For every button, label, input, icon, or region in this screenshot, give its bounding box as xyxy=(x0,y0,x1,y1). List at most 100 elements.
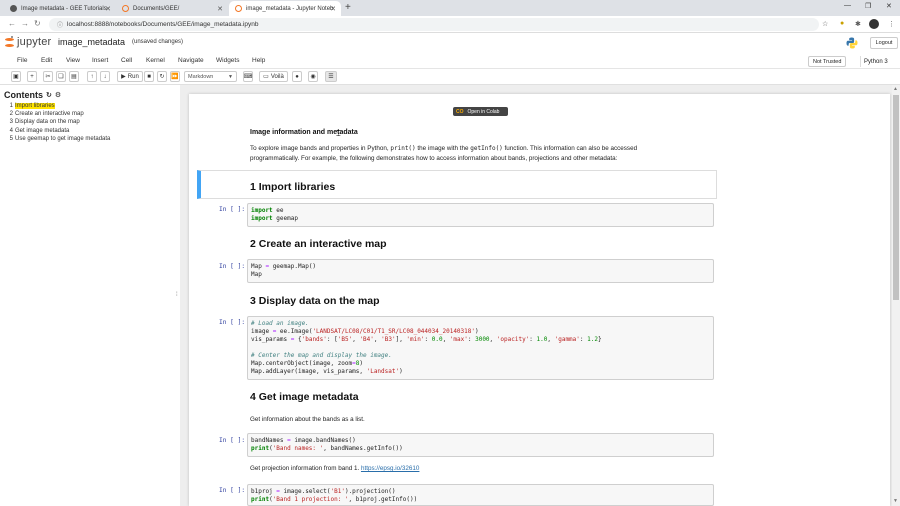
close-tab-icon[interactable]: ✕ xyxy=(330,5,336,13)
toc-toggle-button[interactable]: ☰ xyxy=(325,71,337,82)
projection-text: Get projection information from band 1. xyxy=(250,465,361,472)
code-cell-display[interactable]: # Load an image. image = ee.Image('LANDS… xyxy=(247,316,714,380)
jupyter-logo[interactable]: jupyter xyxy=(5,36,51,48)
insert-cell-button[interactable]: + xyxy=(27,71,37,82)
logout-button[interactable]: Logout xyxy=(870,37,898,49)
scissors-icon: ✂ xyxy=(45,74,51,80)
menu-edit[interactable]: Edit xyxy=(41,57,52,64)
close-tab-icon[interactable]: ✕ xyxy=(217,5,223,13)
code-cell-imports[interactable]: import ee import geemap xyxy=(247,203,714,227)
notebook-title[interactable]: image_metadata xyxy=(58,37,125,47)
tab-favicon-icon xyxy=(10,5,17,12)
reload-icon[interactable]: ↻ xyxy=(34,19,41,28)
run-button[interactable]: ▶ Run xyxy=(117,71,143,82)
menu-navigate[interactable]: Navigate xyxy=(178,57,204,64)
jupyter-logo-icon xyxy=(5,36,14,48)
eye-icon: ◉ xyxy=(310,74,316,80)
kernel-indicator: Python 3 xyxy=(860,56,891,67)
run-label: Run xyxy=(127,73,139,80)
move-up-button[interactable]: ↑ xyxy=(87,71,97,82)
menu-widgets[interactable]: Widgets xyxy=(216,57,239,64)
colab-badge-label: Open in Colab xyxy=(467,108,500,115)
heading-get-metadata: 4 Get image metadata xyxy=(250,391,359,403)
mouse-cursor-icon: ⌶ xyxy=(336,129,341,138)
keyboard-icon: ⌨ xyxy=(243,74,253,80)
move-down-button[interactable]: ↓ xyxy=(100,71,110,82)
restart-button[interactable]: ↻ xyxy=(157,71,167,82)
browser-tab-documents[interactable]: Documents/GEE/ ✕ xyxy=(116,1,228,16)
refresh-icon[interactable]: ↻ xyxy=(46,91,52,99)
bookmark-star-icon[interactable]: ☆ xyxy=(822,20,828,28)
voila-label: Voilà xyxy=(270,73,284,80)
preview-button[interactable]: ◉ xyxy=(308,71,318,82)
code-cell-projection[interactable]: b1proj = image.select('B1').projection()… xyxy=(247,484,714,506)
close-tab-icon[interactable]: ✕ xyxy=(105,5,111,13)
back-icon[interactable]: ← xyxy=(8,19,16,28)
scrollbar-thumb[interactable] xyxy=(893,95,899,300)
scroll-up-icon[interactable]: ▲ xyxy=(893,86,898,92)
notebook-scrollbar[interactable]: ▲ ▼ xyxy=(892,85,900,506)
menu-cell[interactable]: Cell xyxy=(121,57,132,64)
browser-menu-icon[interactable]: ⋮ xyxy=(888,20,895,28)
epsg-link[interactable]: https://epsg.io/32610 xyxy=(361,465,419,472)
menu-file[interactable]: File xyxy=(17,57,27,64)
bands-paragraph: Get information about the bands as a lis… xyxy=(250,416,365,423)
intro-text-d: programmatically. For example, the follo… xyxy=(250,154,618,162)
interrupt-button[interactable]: ■ xyxy=(144,71,154,82)
paste-icon: ▤ xyxy=(71,74,77,80)
profile-avatar[interactable] xyxy=(869,19,879,29)
restart-run-all-button[interactable]: ⏩ xyxy=(170,71,180,82)
url-input[interactable]: ⓘ localhost:8888/notebooks/Documents/GEE… xyxy=(49,18,819,31)
browser-tab-gee-tutorials[interactable]: Image metadata - GEE Tutorials ✕ xyxy=(4,1,116,16)
code-cell-map[interactable]: Map = geemap.Map() Map xyxy=(247,259,714,283)
toc-item-display-data[interactable]: 3 Display data on the map xyxy=(4,118,174,126)
menu-kernel[interactable]: Kernel xyxy=(146,57,165,64)
open-in-colab-badge[interactable]: CO Open in Colab xyxy=(453,107,508,116)
cell-prompt: In [ ]: xyxy=(219,263,246,270)
new-tab-icon[interactable]: + xyxy=(345,2,351,13)
copy-button[interactable]: ❏ xyxy=(56,71,66,82)
toc-item-create-map[interactable]: 2 Create an interactive map xyxy=(4,110,174,118)
jupyter-logo-text: jupyter xyxy=(17,36,52,48)
menu-view[interactable]: View xyxy=(66,57,80,64)
heading-display-data: 3 Display data on the map xyxy=(250,295,380,307)
intro-paragraph: To explore image bands and properties in… xyxy=(250,144,710,163)
toc-item-get-metadata[interactable]: 4 Get image metadata xyxy=(4,127,174,135)
gear-icon[interactable]: ⚙ xyxy=(55,91,61,99)
command-palette-button[interactable]: ⌨ xyxy=(243,71,253,82)
toc-title: Contents xyxy=(4,90,43,100)
close-window-icon[interactable]: ✕ xyxy=(886,2,892,10)
code-cell-bandnames[interactable]: bandNames = image.bandNames() print('Ban… xyxy=(247,433,714,457)
trust-status-button[interactable]: Not Trusted xyxy=(808,56,847,67)
forward-icon[interactable]: → xyxy=(21,19,29,28)
plus-icon: + xyxy=(30,73,34,80)
scroll-down-icon[interactable]: ▼ xyxy=(893,498,898,504)
toc-list: 1 Import libraries 2 Create an interactive… xyxy=(4,102,174,143)
github-button[interactable]: ● xyxy=(292,71,302,82)
sidebar-resize-handle[interactable]: ⁞ xyxy=(176,292,178,298)
info-icon[interactable]: ⓘ xyxy=(57,20,63,29)
extension-glasses-icon[interactable]: ● xyxy=(840,20,844,27)
tab-favicon-icon xyxy=(122,5,129,12)
projection-paragraph: Get projection information from band 1. … xyxy=(250,464,419,474)
list-icon: ☰ xyxy=(328,74,334,80)
browser-tab-bar: Image metadata - GEE Tutorials ✕ Documen… xyxy=(0,0,900,16)
github-icon: ● xyxy=(295,73,299,80)
save-button[interactable]: ▣ xyxy=(11,71,21,82)
cut-button[interactable]: ✂ xyxy=(43,71,53,82)
menu-help[interactable]: Help xyxy=(252,57,265,64)
minimize-icon[interactable]: — xyxy=(844,2,851,9)
maximize-icon[interactable]: ❐ xyxy=(865,2,871,10)
extensions-puzzle-icon[interactable]: ✱ xyxy=(855,20,861,28)
browser-address-bar: ← → ↻ ⓘ localhost:8888/notebooks/Documen… xyxy=(0,16,900,33)
voila-button[interactable]: ▭ Voilà xyxy=(259,71,288,82)
toc-item-import-libraries[interactable]: 1 Import libraries xyxy=(4,102,174,110)
tab-title: Image metadata - GEE Tutorials xyxy=(21,5,107,12)
cell-type-select[interactable]: Markdown ▼ xyxy=(184,71,237,82)
paste-button[interactable]: ▤ xyxy=(69,71,79,82)
intro-code-getinfo: getInfo() xyxy=(470,145,503,152)
intro-text-a: To explore image bands and properties in… xyxy=(250,145,391,152)
toc-item-use-geemap[interactable]: 5 Use geemap to get image metadata xyxy=(4,135,174,143)
browser-tab-image-metadata[interactable]: image_metadata - Jupyter Noteb ✕ xyxy=(229,1,341,16)
menu-insert[interactable]: Insert xyxy=(92,57,108,64)
